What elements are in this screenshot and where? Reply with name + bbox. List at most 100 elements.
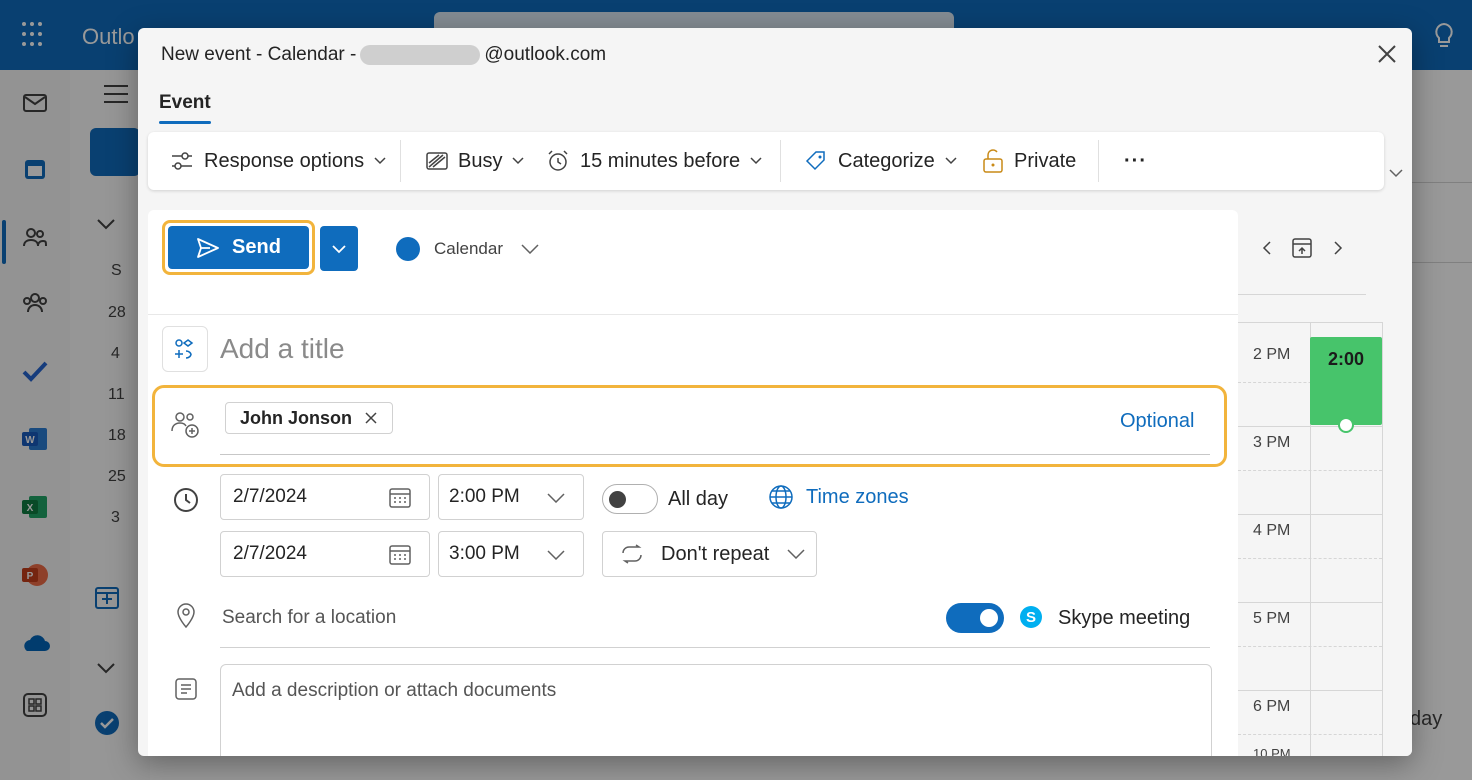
grid-line <box>1238 646 1382 647</box>
location-pin-icon <box>177 603 195 629</box>
chevron-down-icon <box>945 157 957 165</box>
chevron-down-icon <box>512 157 524 165</box>
day-preview: 2 PM 3 PM 4 PM 5 PM 6 PM 10 PM 2:00 <box>1238 210 1412 756</box>
chevron-down-icon <box>787 549 805 559</box>
dialog-title-suffix: @outlook.com <box>484 44 607 65</box>
divider <box>148 314 1238 315</box>
location-input[interactable] <box>222 602 822 634</box>
repeat-label: Don't repeat <box>661 542 770 565</box>
globe-icon <box>769 485 793 509</box>
location-underline <box>220 647 1210 648</box>
ribbon-separator <box>400 140 401 182</box>
response-options-button[interactable]: Response options <box>170 132 386 190</box>
repeat-dropdown[interactable]: Don't repeat <box>602 531 817 577</box>
notes-icon <box>175 678 197 700</box>
busy-status-button[interactable]: Busy <box>426 132 524 190</box>
response-options-label: Response options <box>204 149 365 172</box>
ribbon-separator <box>1098 140 1099 182</box>
start-date-value: 2/7/2024 <box>233 486 307 507</box>
unlock-icon <box>983 149 1003 173</box>
alarm-clock-icon <box>548 150 568 171</box>
more-options-button[interactable]: ··· <box>1124 132 1147 190</box>
chevron-down-icon <box>332 244 346 253</box>
chevron-down-icon <box>521 244 539 254</box>
time-label: 2 PM <box>1253 346 1291 363</box>
close-icon[interactable] <box>1375 42 1399 66</box>
tab-event-indicator <box>159 121 211 124</box>
go-to-today-icon[interactable] <box>1290 236 1314 260</box>
event-resize-handle[interactable] <box>1338 417 1354 433</box>
emoji-icon <box>175 339 194 359</box>
previous-day-icon[interactable] <box>1255 236 1279 260</box>
description-input[interactable] <box>232 676 1032 706</box>
time-label: 5 PM <box>1253 610 1291 627</box>
end-date-value: 2/7/2024 <box>233 543 307 564</box>
reminder-label: 15 minutes before <box>580 149 741 172</box>
calendar-color-dot <box>396 237 420 261</box>
title-input[interactable] <box>220 328 1210 370</box>
private-label: Private <box>1014 149 1077 172</box>
skype-meeting-label: Skype meeting <box>1058 607 1191 629</box>
busy-label: Busy <box>458 149 503 172</box>
time-label: 10 PM <box>1253 746 1291 756</box>
send-label: Send <box>232 236 281 258</box>
grid-line <box>1238 426 1382 427</box>
calendar-picker[interactable]: Calendar <box>396 234 539 264</box>
chevron-down-icon <box>750 157 762 165</box>
time-zones-label: Time zones <box>806 485 909 508</box>
grid-line <box>1238 558 1382 559</box>
next-day-icon[interactable] <box>1326 236 1350 260</box>
time-label: 6 PM <box>1253 698 1291 715</box>
tag-icon <box>805 151 825 171</box>
start-time-field[interactable]: 2:00 PM <box>438 474 584 520</box>
time-zones-link[interactable]: Time zones <box>768 484 909 510</box>
sliders-icon <box>172 152 192 170</box>
private-button[interactable]: Private <box>982 132 1076 190</box>
event-ribbon: Response options Busy 15 minutes before … <box>148 132 1384 190</box>
time-label: 4 PM <box>1253 522 1291 539</box>
event-form: Send Calendar John Jonson Optional 2/7/2… <box>148 210 1238 756</box>
new-event-dialog: New event - Calendar - @outlook.com Even… <box>138 28 1412 756</box>
chevron-down-icon <box>547 550 565 560</box>
busy-pattern-icon <box>426 152 448 170</box>
categorize-button[interactable]: Categorize <box>804 132 957 190</box>
attendee-chip[interactable]: John Jonson <box>225 402 393 434</box>
calendar-grid-icon <box>389 488 411 508</box>
attendee-name: John Jonson <box>240 407 352 428</box>
all-day-label: All day <box>668 488 729 510</box>
attendees-underline <box>220 454 1210 455</box>
chevron-down-icon <box>374 157 386 165</box>
all-day-toggle[interactable] <box>602 484 658 514</box>
grid-line <box>1238 734 1382 735</box>
tab-event[interactable]: Event <box>159 92 211 114</box>
end-time-value: 3:00 PM <box>449 543 520 564</box>
grid-line <box>1382 322 1383 756</box>
dialog-title-prefix: New event - Calendar - <box>161 44 357 65</box>
end-time-field[interactable]: 3:00 PM <box>438 531 584 577</box>
optional-attendees-link[interactable]: Optional <box>1120 410 1195 433</box>
send-options-dropdown[interactable] <box>320 226 358 271</box>
dialog-title: New event - Calendar - @outlook.com <box>161 44 606 66</box>
start-time-value: 2:00 PM <box>449 486 520 507</box>
event-block[interactable]: 2:00 <box>1310 337 1382 425</box>
clock-icon <box>174 488 198 512</box>
skype-meeting-toggle[interactable] <box>946 603 1004 633</box>
ribbon-expand-chevron-icon[interactable] <box>1388 168 1404 178</box>
redacted-email <box>360 45 481 65</box>
categorize-label: Categorize <box>838 149 935 172</box>
grid-line <box>1238 690 1382 691</box>
ribbon-separator <box>780 140 781 182</box>
remove-attendee-icon[interactable] <box>364 411 378 425</box>
grid-line <box>1238 514 1382 515</box>
send-arrow-icon <box>197 237 219 258</box>
start-date-field[interactable]: 2/7/2024 <box>220 474 430 520</box>
end-date-field[interactable]: 2/7/2024 <box>220 531 430 577</box>
add-people-icon <box>171 412 199 438</box>
grid-line <box>1238 470 1382 471</box>
grid-line <box>1238 294 1366 295</box>
chevron-down-icon <box>547 493 565 503</box>
repeat-icon <box>622 544 642 564</box>
title-icon-button[interactable] <box>162 326 208 372</box>
reminder-button[interactable]: 15 minutes before <box>546 132 762 190</box>
send-button[interactable]: Send <box>168 226 309 269</box>
